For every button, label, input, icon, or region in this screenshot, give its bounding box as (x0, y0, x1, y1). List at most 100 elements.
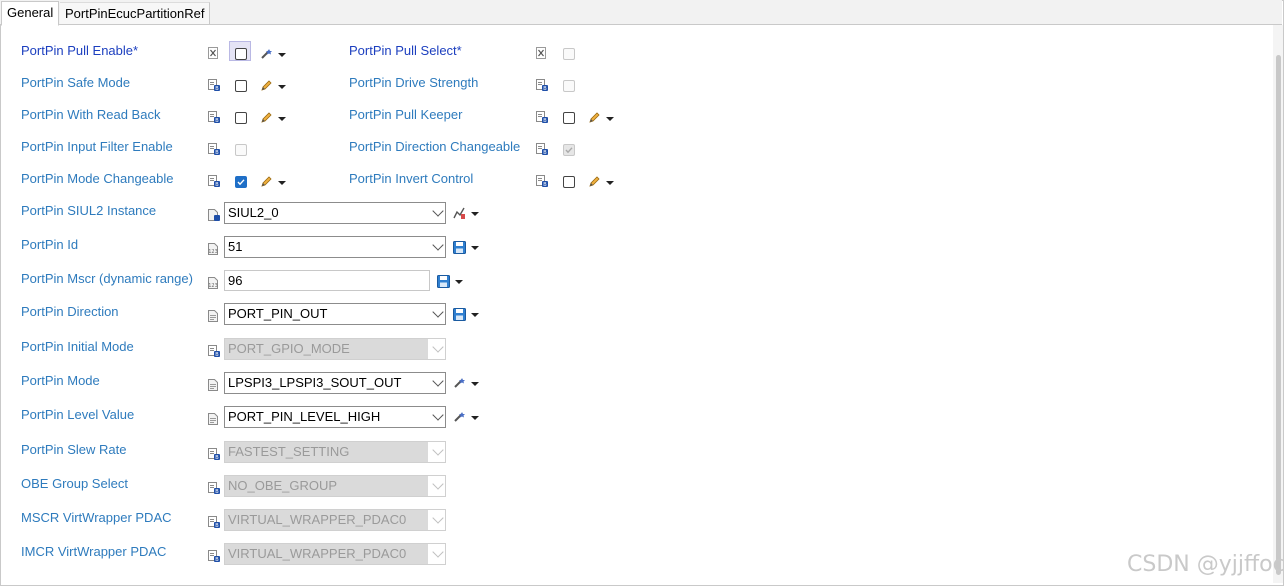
config-b-icon: B (536, 79, 548, 91)
config-b-icon: B (208, 482, 220, 494)
save-icon[interactable] (437, 275, 450, 288)
config-b-icon: B (208, 111, 220, 123)
portpin-mscr-dynamic-range-label: PortPin Mscr (dynamic range) (21, 271, 193, 286)
mscr-virtwrapper-pdac-value: VIRTUAL_WRAPPER_PDAC0 (225, 510, 428, 530)
config-num-icon: 123 (208, 243, 218, 255)
portpin-direction-label: PortPin Direction (21, 304, 119, 319)
config-b-icon: B (208, 175, 220, 187)
portpin-input-filter-enable-label: PortPin Input Filter Enable (21, 139, 173, 154)
portpin-pull-enable-checkbox[interactable] (235, 48, 247, 60)
imcr-virtwrapper-pdac-select: VIRTUAL_WRAPPER_PDAC0 (224, 543, 446, 565)
dropdown-arrow-icon[interactable] (471, 313, 479, 317)
pencil-icon[interactable] (588, 112, 600, 124)
tab-bar: General PortPinEcucPartitionRef (0, 0, 1282, 26)
config-num-icon: 123 (208, 277, 218, 289)
pencil-icon[interactable] (260, 80, 272, 92)
portpin-slew-rate-label: PortPin Slew Rate (21, 442, 127, 457)
config-c-icon (208, 209, 220, 221)
config-b-icon: B (208, 143, 220, 155)
dropdown-arrow-icon[interactable] (278, 181, 286, 185)
save-icon[interactable] (453, 308, 466, 321)
portpin-mode-changeable-checkbox[interactable] (235, 176, 247, 188)
portpin-input-filter-enable-checkbox (235, 144, 247, 156)
tab-portpin-ecuc-partition-ref[interactable]: PortPinEcucPartitionRef (60, 2, 211, 24)
magic-wand-icon[interactable] (453, 377, 465, 389)
dropdown-arrow-icon[interactable] (471, 416, 479, 420)
mscr-virtwrapper-pdac-label: MSCR VirtWrapper PDAC (21, 510, 172, 525)
config-doc-icon (208, 379, 218, 391)
portpin-invert-control-checkbox[interactable] (563, 176, 575, 188)
config-b-icon: B (208, 550, 220, 562)
svg-text:B: B (215, 489, 219, 494)
portpin-direction-select[interactable]: PORT_PIN_OUT (224, 303, 446, 325)
portpin-level-value-select[interactable]: PORT_PIN_LEVEL_HIGH (224, 406, 446, 428)
portpin-mode-label: PortPin Mode (21, 373, 100, 388)
config-b-icon: B (208, 448, 220, 460)
pencil-icon[interactable] (260, 176, 272, 188)
portpin-initial-mode-label: PortPin Initial Mode (21, 339, 134, 354)
config-b-icon: B (208, 345, 220, 357)
dropdown-arrow-icon[interactable] (278, 85, 286, 89)
watermark-text: CSDN @yjjffoc (1127, 552, 1284, 577)
svg-text:B: B (543, 150, 547, 155)
svg-text:B: B (215, 557, 219, 562)
svg-text:B: B (215, 118, 219, 123)
dropdown-arrow-icon[interactable] (278, 53, 286, 57)
config-doc-icon (208, 310, 218, 322)
chevron-down-icon (432, 409, 444, 421)
calculate-icon[interactable] (453, 207, 465, 219)
chevron-down-icon (432, 205, 444, 217)
portpin-safe-mode-label: PortPin Safe Mode (21, 75, 131, 90)
save-icon[interactable] (453, 241, 466, 254)
magic-wand-icon[interactable] (453, 411, 465, 423)
chevron-down-icon (432, 478, 444, 490)
svg-text:B: B (215, 182, 219, 187)
portpin-pull-keeper-checkbox[interactable] (563, 112, 575, 124)
config-b-icon: B (208, 516, 220, 528)
portpin-initial-mode-select: PORT_GPIO_MODE (224, 338, 446, 360)
config-b-icon: B (536, 175, 548, 187)
portpin-id-value: 51 (228, 239, 243, 254)
dropdown-arrow-icon[interactable] (606, 181, 614, 185)
portpin-with-read-back-checkbox[interactable] (235, 112, 247, 124)
portpin-with-read-back-label: PortPin With Read Back (21, 107, 161, 122)
imcr-virtwrapper-pdac-value: VIRTUAL_WRAPPER_PDAC0 (225, 544, 428, 564)
vertical-scrollbar[interactable] (1273, 25, 1283, 583)
obe-group-select-value: NO_OBE_GROUP (225, 476, 428, 496)
obe-group-select-label: OBE Group Select (21, 476, 128, 491)
dropdown-arrow-icon[interactable] (455, 280, 463, 284)
portpin-mode-select[interactable]: LPSPI3_LPSPI3_SOUT_OUT (224, 372, 446, 394)
scrollbar-thumb[interactable] (1276, 55, 1281, 575)
chevron-down-icon (432, 341, 444, 353)
editor-frame (0, 0, 1284, 586)
portpin-direction-value: PORT_PIN_OUT (228, 306, 328, 321)
portpin-pull-select-checkbox (563, 48, 575, 60)
tab-general[interactable]: General (1, 1, 60, 26)
svg-text:B: B (215, 523, 219, 528)
dropdown-arrow-icon[interactable] (471, 246, 479, 250)
dropdown-arrow-icon[interactable] (606, 117, 614, 121)
pencil-icon[interactable] (588, 176, 600, 188)
portpin-pull-keeper-label: PortPin Pull Keeper (349, 107, 463, 122)
magic-wand-icon[interactable] (260, 48, 272, 60)
chevron-down-icon (432, 239, 444, 251)
config-b-icon: B (208, 79, 220, 91)
pencil-icon[interactable] (260, 112, 272, 124)
config-b-icon: B (536, 111, 548, 123)
config-b-icon: B (536, 143, 548, 155)
portpin-siul2-instance-value: SIUL2_0 (228, 205, 279, 220)
portpin-id-select[interactable]: 51 (224, 236, 446, 258)
portpin-initial-mode-value: PORT_GPIO_MODE (225, 339, 428, 359)
dropdown-arrow-icon[interactable] (471, 212, 479, 216)
portpin-mode-value: LPSPI3_LPSPI3_SOUT_OUT (228, 375, 402, 390)
svg-text:B: B (543, 86, 547, 91)
portpin-safe-mode-checkbox[interactable] (235, 80, 247, 92)
portpin-siul2-instance-select[interactable]: SIUL2_0 (224, 202, 446, 224)
portpin-mode-changeable-label: PortPin Mode Changeable (21, 171, 174, 186)
dropdown-arrow-icon[interactable] (278, 117, 286, 121)
svg-text:B: B (215, 86, 219, 91)
svg-text:123: 123 (208, 249, 218, 255)
portpin-mscr-dynamic-range-input[interactable]: 96 (224, 270, 430, 291)
svg-text:B: B (543, 118, 547, 123)
dropdown-arrow-icon[interactable] (471, 382, 479, 386)
